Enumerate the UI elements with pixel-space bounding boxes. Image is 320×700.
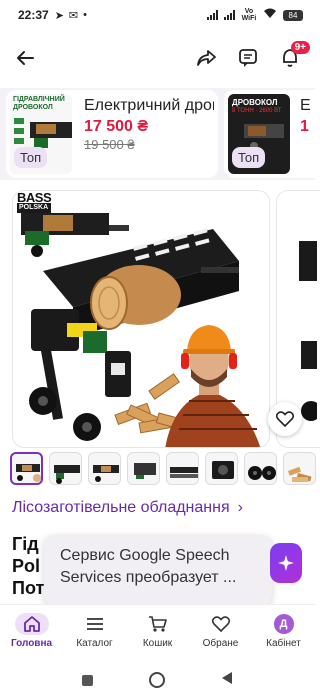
sparkle-icon <box>278 555 294 571</box>
nav-home[interactable]: Головна <box>0 605 63 656</box>
vowifi-label: Vo WiFi <box>241 8 257 22</box>
top-tag: Топ <box>14 147 48 168</box>
signal-icon <box>207 10 218 20</box>
home-circle-icon[interactable] <box>149 672 165 688</box>
promo-price: 17 500 ₴ <box>84 118 149 135</box>
signal-2-icon <box>224 10 235 20</box>
promo-title: Е <box>300 97 311 114</box>
wood-splitter-illustration <box>21 213 261 447</box>
promo-title: Електричний дровокол гідр... <box>84 97 214 114</box>
cart-icon <box>141 613 175 635</box>
notification-badge: 9+ <box>290 41 310 54</box>
gallery-thumbnail[interactable] <box>88 452 121 485</box>
system-navigation-bar <box>0 660 315 700</box>
back-arrow-icon[interactable] <box>14 47 36 69</box>
nav-catalog[interactable]: Каталог <box>63 605 126 656</box>
ai-assistant-button[interactable] <box>270 543 302 583</box>
gallery-thumbnail[interactable] <box>283 452 316 485</box>
gallery-thumbnail[interactable] <box>127 452 160 485</box>
nav-favorites-label: Обране <box>202 637 239 649</box>
message-icon: ✉ <box>68 9 79 22</box>
promo-strip: ГІДРАВЛІЧНИЙ ДРОВОКОЛ Топ Електричний др… <box>0 88 315 180</box>
dots-icon: • <box>83 9 87 21</box>
promo-card[interactable]: ДРОВОКОЛ 8 ТОНН · 2600 ВТ Топ Е 1 <box>224 90 315 178</box>
gallery-thumbnail[interactable] <box>205 452 238 485</box>
category-label: Лісозаготівельне обладнання <box>12 499 230 516</box>
nav-account[interactable]: Д Кабінет <box>252 605 315 656</box>
heart-icon <box>276 411 294 427</box>
wifi-icon <box>263 8 277 22</box>
share-icon[interactable] <box>195 47 217 69</box>
gallery-thumbnail[interactable] <box>49 452 82 485</box>
gallery-thumbnail[interactable] <box>244 452 277 485</box>
nav-cart-label: Кошик <box>142 637 173 649</box>
bottom-nav: Головна Каталог Кошик Обране Д Кабінет <box>0 604 315 656</box>
avatar-icon: Д <box>273 613 294 634</box>
nav-favorites[interactable]: Обране <box>189 605 252 656</box>
nav-home-label: Головна <box>10 637 53 649</box>
category-link[interactable]: Лісозаготівельне обладнання › <box>12 499 243 517</box>
chevron-right-icon: › <box>237 499 243 516</box>
system-toast: Сервис Google Speech Services преобразуе… <box>44 535 272 605</box>
favorite-button[interactable] <box>268 402 302 436</box>
promo-card[interactable]: ГІДРАВЛІЧНИЙ ДРОВОКОЛ Топ Електричний др… <box>6 90 218 178</box>
gallery-thumbnail[interactable] <box>166 452 199 485</box>
promo-thumbnail: ГІДРАВЛІЧНИЙ ДРОВОКОЛ Топ <box>10 94 72 174</box>
promo-thumbnail: ДРОВОКОЛ 8 ТОНН · 2600 ВТ Топ <box>228 94 290 174</box>
status-bar: 22:37 ➤ ✉ • Vo WiFi 84 <box>0 0 315 30</box>
notifications-button[interactable]: 9+ <box>279 41 310 69</box>
gallery-thumbnails <box>10 452 316 485</box>
battery-icon: 84 <box>283 9 303 21</box>
heart-icon <box>204 613 238 635</box>
chat-icon[interactable] <box>237 47 259 69</box>
back-triangle-icon[interactable] <box>221 671 233 690</box>
gallery-thumbnail[interactable] <box>10 452 43 485</box>
product-gallery[interactable]: BASS POLSKA <box>0 190 320 450</box>
nav-account-label: Кабінет <box>266 637 301 649</box>
main-product-photo[interactable]: BASS POLSKA <box>12 190 270 448</box>
status-time: 22:37 <box>18 8 49 22</box>
top-tag: Топ <box>232 147 266 168</box>
top-bar: 9+ <box>0 40 315 76</box>
home-icon <box>14 612 49 635</box>
recents-icon[interactable] <box>82 674 93 686</box>
promo-old-price: 19 500 ₴ <box>84 137 135 152</box>
telegram-icon: ➤ <box>54 9 64 22</box>
promo-price: 1 <box>300 118 309 135</box>
menu-icon <box>78 613 112 635</box>
toast-text: Сервис Google Speech Services преобразуе… <box>60 547 237 586</box>
nav-catalog-label: Каталог <box>76 637 113 649</box>
nav-cart[interactable]: Кошик <box>126 605 189 656</box>
